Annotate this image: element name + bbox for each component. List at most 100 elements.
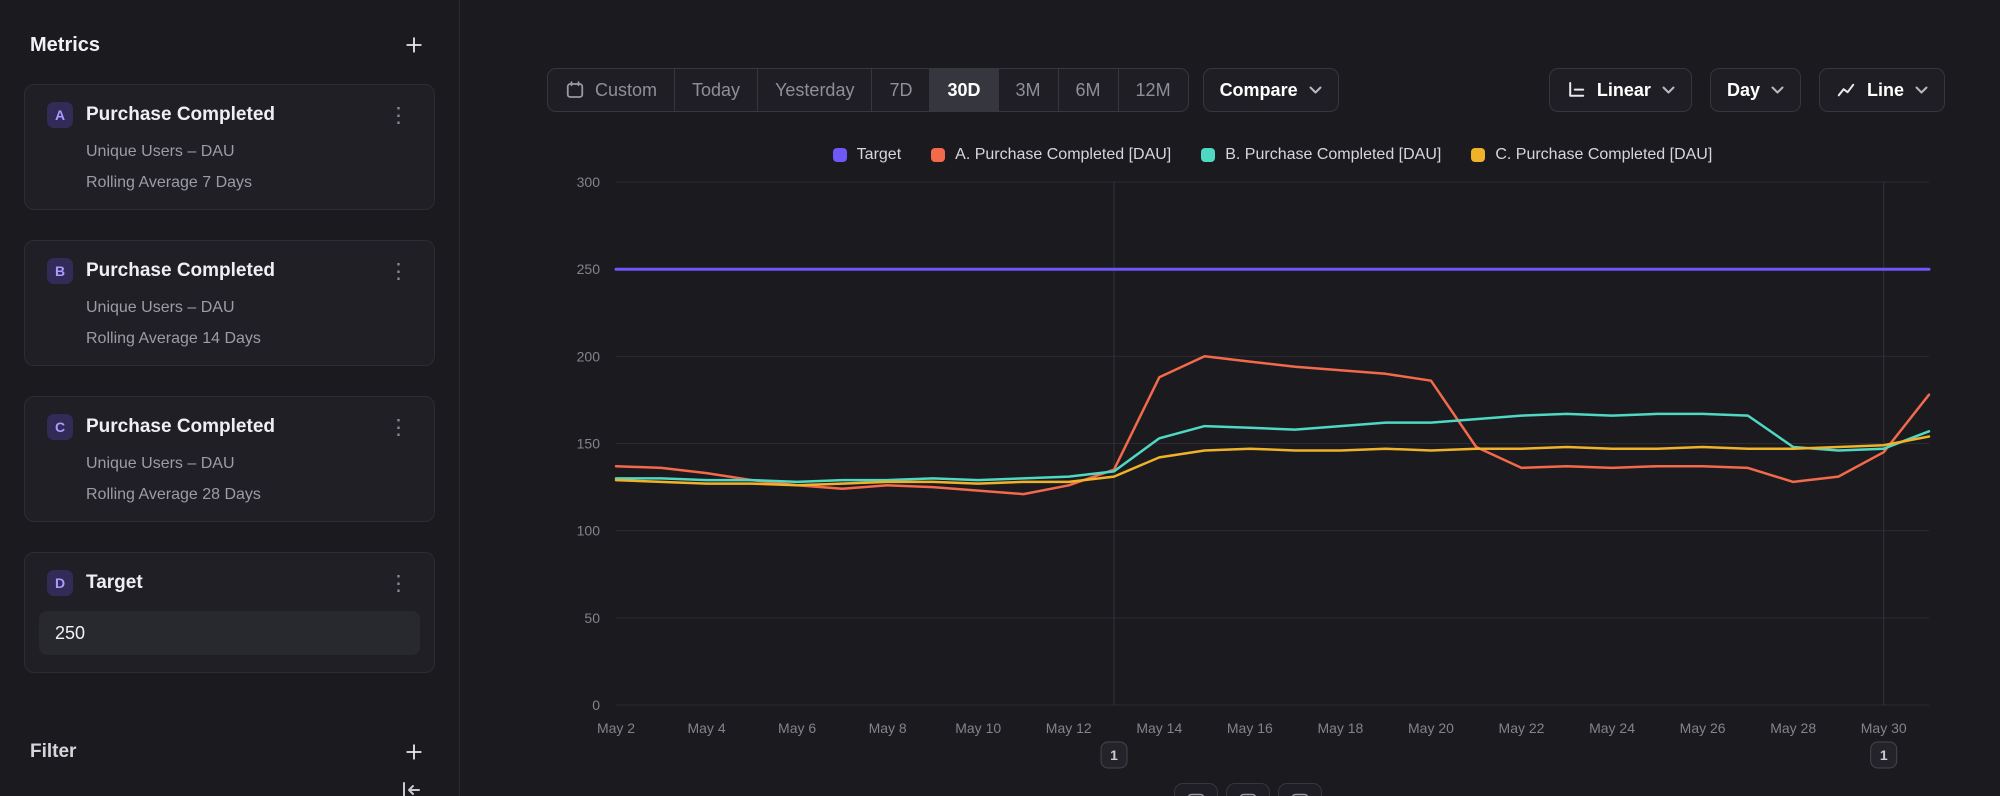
chart-action-button-1[interactable] (1174, 783, 1218, 796)
metric-badge: A (47, 102, 73, 128)
x-tick-label: May 14 (1136, 720, 1182, 736)
chevron-down-icon (1309, 86, 1322, 94)
range-label: 30D (947, 80, 980, 101)
scale-select-button[interactable]: Linear (1549, 68, 1692, 112)
linear-scale-icon (1566, 80, 1586, 100)
x-tick-label: May 12 (1046, 720, 1092, 736)
annotation-marker-label: 1 (1880, 747, 1888, 763)
x-tick-label: May 8 (869, 720, 907, 736)
range-label: Yesterday (775, 80, 854, 101)
x-tick-label: May 18 (1317, 720, 1363, 736)
kebab-menu-icon[interactable]: ⋮ (385, 573, 412, 594)
x-tick-label: May 20 (1408, 720, 1454, 736)
y-tick-label: 150 (577, 436, 601, 452)
chevron-down-icon (1662, 86, 1675, 94)
date-range-controls: Custom Today Yesterday 7D 30D 3M 6M 12M … (547, 68, 1339, 112)
chart-action-button-3[interactable] (1278, 783, 1322, 796)
chart-type-select-button[interactable]: Line (1819, 68, 1945, 112)
filter-section-header: Filter (24, 737, 435, 767)
range-7d[interactable]: 7D (871, 69, 929, 111)
x-tick-label: May 22 (1499, 720, 1545, 736)
x-tick-label: May 28 (1770, 720, 1816, 736)
chevron-down-icon (1771, 86, 1784, 94)
metric-card-a[interactable]: A Purchase Completed ⋮ Unique Users – DA… (24, 84, 435, 210)
metric-card-b[interactable]: B Purchase Completed ⋮ Unique Users – DA… (24, 240, 435, 366)
kebab-menu-icon[interactable]: ⋮ (385, 417, 412, 438)
collapse-left-icon (400, 780, 422, 796)
y-tick-label: 0 (592, 697, 600, 713)
metric-measure: Unique Users – DAU (86, 299, 412, 317)
metric-rolling-average: Rolling Average 14 Days (86, 330, 412, 348)
chevron-down-icon (1915, 86, 1928, 94)
range-3m[interactable]: 3M (998, 69, 1058, 111)
range-label: Custom (595, 80, 657, 101)
metric-badge: C (47, 414, 73, 440)
metrics-sidebar: Metrics A Purchase Completed ⋮ Unique Us… (0, 0, 460, 796)
target-card[interactable]: D Target ⋮ (24, 552, 435, 673)
metric-card-header: B Purchase Completed ⋮ (39, 258, 420, 284)
plus-icon (405, 743, 423, 761)
granularity-label: Day (1727, 80, 1760, 101)
metric-card-header: C Purchase Completed ⋮ (39, 414, 420, 440)
chart-type-label: Line (1867, 80, 1904, 101)
y-tick-label: 50 (584, 610, 600, 626)
x-tick-label: May 10 (955, 720, 1001, 736)
metric-card-header: A Purchase Completed ⋮ (39, 102, 420, 128)
filter-title: Filter (30, 741, 76, 763)
y-tick-label: 300 (577, 174, 601, 190)
metric-title: Purchase Completed (86, 104, 385, 126)
x-tick-label: May 6 (778, 720, 816, 736)
range-yesterday[interactable]: Yesterday (757, 69, 871, 111)
target-title: Target (86, 572, 385, 594)
x-tick-label: May 16 (1227, 720, 1273, 736)
scale-label: Linear (1597, 80, 1651, 101)
metric-measure: Unique Users – DAU (86, 455, 412, 473)
y-tick-label: 250 (577, 261, 601, 277)
range-label: 3M (1016, 80, 1041, 101)
compare-button[interactable]: Compare (1203, 68, 1339, 112)
metric-badge: D (47, 570, 73, 596)
range-label: Today (692, 80, 740, 101)
annotation-marker-label: 1 (1110, 747, 1118, 763)
plus-icon (405, 36, 423, 54)
metric-title: Purchase Completed (86, 260, 385, 282)
y-tick-label: 100 (577, 523, 601, 539)
range-today[interactable]: Today (674, 69, 757, 111)
x-tick-label: May 26 (1680, 720, 1726, 736)
range-30d[interactable]: 30D (929, 69, 997, 111)
range-label: 12M (1136, 80, 1171, 101)
x-tick-label: May 4 (687, 720, 725, 736)
chart-svg: 0 50 100 150 200 250 300 May 2 May 4 May 6 May 8 Ma… (520, 160, 1980, 796)
kebab-menu-icon[interactable]: ⋮ (385, 261, 412, 282)
collapse-sidebar-button[interactable] (396, 776, 426, 796)
chart-toolbar: Custom Today Yesterday 7D 30D 3M 6M 12M … (461, 68, 2000, 112)
metric-rolling-average: Rolling Average 28 Days (86, 486, 412, 504)
date-range-segmented-control: Custom Today Yesterday 7D 30D 3M 6M 12M (547, 68, 1189, 112)
range-label: 6M (1076, 80, 1101, 101)
chart-action-button-2[interactable] (1226, 783, 1270, 796)
metric-title: Purchase Completed (86, 416, 385, 438)
series-line (616, 356, 1929, 494)
chart-bottom-toolbar (616, 783, 1880, 796)
kebab-menu-icon[interactable]: ⋮ (385, 105, 412, 126)
chart-display-controls: Linear Day Line (1549, 68, 1945, 112)
metric-card-c[interactable]: C Purchase Completed ⋮ Unique Users – DA… (24, 396, 435, 522)
metric-rolling-average: Rolling Average 7 Days (86, 174, 412, 192)
add-metric-button[interactable] (399, 30, 429, 60)
x-tick-label: May 2 (597, 720, 635, 736)
sidebar-header: Metrics (24, 30, 435, 60)
add-filter-button[interactable] (399, 737, 429, 767)
range-12m[interactable]: 12M (1118, 69, 1188, 111)
metric-badge: B (47, 258, 73, 284)
line-chart-icon (1836, 80, 1856, 100)
y-tick-label: 200 (577, 348, 601, 364)
metrics-explorer-app: Metrics A Purchase Completed ⋮ Unique Us… (0, 0, 2000, 796)
metric-measure: Unique Users – DAU (86, 143, 412, 161)
calendar-icon (565, 80, 585, 100)
range-label: 7D (889, 80, 912, 101)
range-custom[interactable]: Custom (548, 69, 674, 111)
granularity-select-button[interactable]: Day (1710, 68, 1801, 112)
range-6m[interactable]: 6M (1058, 69, 1118, 111)
target-value-input[interactable] (39, 611, 420, 655)
sidebar-title: Metrics (30, 34, 100, 57)
